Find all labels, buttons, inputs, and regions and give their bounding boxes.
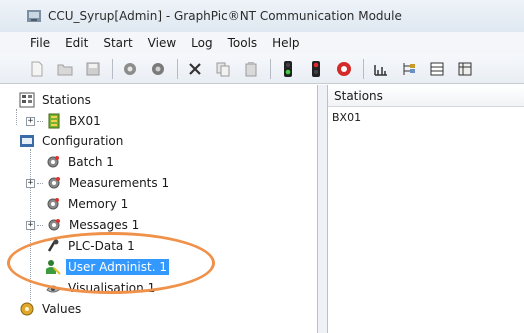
toolbar-separator	[112, 58, 113, 79]
tree-label: Batch 1	[68, 155, 114, 169]
stop-icon[interactable]	[333, 58, 355, 80]
signal-green-icon[interactable]	[277, 58, 299, 80]
chart-icon[interactable]	[370, 58, 392, 80]
gear-icon	[45, 216, 63, 234]
stations-icon	[18, 91, 36, 109]
menu-edit[interactable]: Edit	[65, 36, 88, 50]
tree-node-batch[interactable]: Batch 1	[44, 152, 116, 172]
tree-connector	[37, 120, 43, 122]
menu-log[interactable]: Log	[191, 36, 212, 50]
station-plc-icon	[45, 112, 63, 130]
tree-label: BX01	[69, 114, 101, 128]
grid-icon[interactable]	[426, 58, 448, 80]
toolbar-separator	[270, 58, 271, 79]
highlight-ring	[7, 232, 215, 294]
paste-icon[interactable]	[240, 58, 262, 80]
tree-label: Stations	[42, 93, 91, 107]
tree-label: Messages 1	[69, 218, 140, 232]
gear-icon	[44, 153, 62, 171]
tree-node-configuration[interactable]: Configuration	[18, 131, 125, 151]
tree-connector	[16, 109, 17, 125]
menu-tools[interactable]: Tools	[228, 36, 258, 50]
gear-icon	[45, 174, 63, 192]
tree-label: Values	[42, 302, 82, 316]
tree-node-bx01[interactable]: + BX01	[26, 111, 103, 131]
tree-node-measurements[interactable]: + Measurements 1	[26, 173, 171, 193]
tree-label: Configuration	[42, 134, 124, 148]
tree-node-stations[interactable]: Stations	[18, 90, 93, 110]
table-icon[interactable]	[454, 58, 476, 80]
toolbar-separator	[177, 58, 178, 79]
toolbar-separator	[363, 58, 364, 79]
values-icon	[18, 300, 36, 318]
list-item[interactable]: BX01	[328, 111, 524, 124]
toolbar	[0, 54, 524, 84]
stations-list-pane[interactable]: Stations BX01	[328, 85, 524, 333]
app-icon	[26, 8, 42, 24]
expand-toggle[interactable]: +	[26, 178, 35, 188]
signal-red-icon[interactable]	[305, 58, 327, 80]
tree-connector	[37, 182, 43, 184]
copy-icon[interactable]	[212, 58, 234, 80]
connect-icon[interactable]	[119, 58, 141, 80]
open-folder-icon[interactable]	[54, 58, 76, 80]
gear-icon	[44, 195, 62, 213]
tree-node-values[interactable]: Values	[18, 299, 83, 319]
title-bar: CCU_Syrup[Admin] - GraphPic®NT Communica…	[0, 0, 524, 32]
disconnect-icon[interactable]	[147, 58, 169, 80]
tree-node-memory[interactable]: Memory 1	[44, 194, 130, 214]
configuration-icon	[18, 132, 36, 150]
menu-view[interactable]: View	[148, 36, 176, 50]
tree-icon[interactable]	[398, 58, 420, 80]
menu-help[interactable]: Help	[272, 36, 299, 50]
delete-icon[interactable]	[184, 58, 206, 80]
menu-start[interactable]: Start	[103, 36, 132, 50]
menu-bar: File Edit Start View Log Tools Help	[0, 32, 524, 54]
list-column-header[interactable]: Stations	[328, 85, 524, 107]
window-title: CCU_Syrup[Admin] - GraphPic®NT Communica…	[48, 9, 402, 23]
tree-pane[interactable]: Stations + BX01 Configuration Batch 1 + …	[0, 85, 318, 333]
save-icon[interactable]	[82, 58, 104, 80]
expand-toggle[interactable]: +	[26, 220, 35, 230]
pane-splitter[interactable]	[318, 85, 328, 333]
menu-file[interactable]: File	[30, 36, 50, 50]
expand-toggle[interactable]: +	[26, 116, 35, 126]
tree-label: Measurements 1	[69, 176, 170, 190]
tree-label: Memory 1	[68, 197, 129, 211]
tree-connector	[37, 224, 43, 226]
new-file-icon[interactable]	[26, 58, 48, 80]
